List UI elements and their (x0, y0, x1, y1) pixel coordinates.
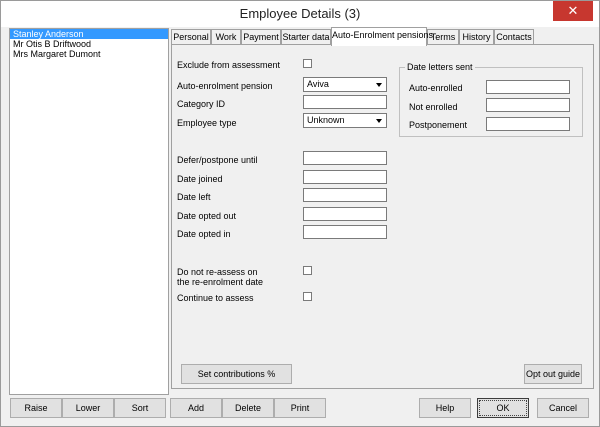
print-button[interactable]: Print (274, 398, 326, 418)
window-title: Employee Details (3) (239, 6, 361, 21)
opt-out-guide-button[interactable]: Opt out guide (524, 364, 582, 384)
date-joined-label: Date joined (177, 174, 223, 184)
auto-enrolment-panel: Exclude from assessment Auto-enrolment p… (171, 44, 594, 389)
continue-assess-label: Continue to assess (177, 293, 254, 303)
letters-group-title: Date letters sent (405, 62, 475, 72)
cancel-button[interactable]: Cancel (537, 398, 589, 418)
ok-button[interactable]: OK (477, 398, 529, 418)
postponement-label: Postponement (409, 120, 468, 130)
tab-contacts[interactable]: Contacts (494, 29, 534, 45)
employee-type-label: Employee type (177, 118, 237, 128)
date-left-label: Date left (177, 192, 211, 202)
list-item[interactable]: Mrs Margaret Dumont (10, 49, 168, 59)
pension-value: Aviva (307, 79, 329, 89)
no-reassess-label-2: the re-enrolment date (177, 277, 264, 287)
raise-button[interactable]: Raise (10, 398, 62, 418)
tab-history[interactable]: History (459, 29, 494, 45)
category-label: Category ID (177, 99, 226, 109)
list-item[interactable]: Stanley Anderson (10, 29, 168, 39)
not-enrolled-label: Not enrolled (409, 102, 458, 112)
sort-button[interactable]: Sort (114, 398, 166, 418)
pension-label: Auto-enrolment pension (177, 81, 273, 91)
tab-work[interactable]: Work (211, 29, 241, 45)
tab-starter-data[interactable]: Starter data (281, 29, 331, 45)
list-item[interactable]: Mr Otis B Driftwood (10, 39, 168, 49)
exclude-checkbox[interactable] (303, 59, 312, 68)
auto-enrolled-field[interactable] (486, 80, 570, 94)
letters-group: Date letters sent Auto-enrolled Not enro… (399, 62, 583, 137)
date-opted-out-label: Date opted out (177, 211, 237, 221)
tab-payment[interactable]: Payment (241, 29, 281, 45)
close-icon[interactable]: ✕ (553, 1, 593, 21)
pension-select[interactable]: Aviva (303, 77, 387, 92)
no-reassess-label-1: Do not re-assess on (177, 267, 258, 277)
postponement-field[interactable] (486, 117, 570, 131)
employee-details-window: Employee Details (3) ✕ Stanley Anderson … (0, 0, 600, 427)
category-id-field[interactable] (303, 95, 387, 109)
defer-label: Defer/postpone until (177, 155, 258, 165)
date-left-field[interactable] (303, 188, 387, 202)
tab-personal[interactable]: Personal (171, 29, 211, 45)
exclude-label: Exclude from assessment (177, 60, 281, 70)
date-opted-in-field[interactable] (303, 225, 387, 239)
help-button[interactable]: Help (419, 398, 471, 418)
lower-button[interactable]: Lower (62, 398, 114, 418)
employee-type-value: Unknown (307, 115, 345, 125)
tab-auto-enrolment-pensions[interactable]: Auto-Enrolment pensions (331, 27, 433, 46)
employee-list[interactable]: Stanley Anderson Mr Otis B Driftwood Mrs… (9, 28, 169, 395)
title-bar: Employee Details (3) ✕ (1, 1, 599, 27)
no-reassess-checkbox[interactable] (303, 266, 312, 275)
set-contributions-button[interactable]: Set contributions % (181, 364, 292, 384)
add-button[interactable]: Add (170, 398, 222, 418)
employee-type-select[interactable]: Unknown (303, 113, 387, 128)
date-opted-in-label: Date opted in (177, 229, 231, 239)
date-opted-out-field[interactable] (303, 207, 387, 221)
defer-date-field[interactable] (303, 151, 387, 165)
not-enrolled-field[interactable] (486, 98, 570, 112)
date-joined-field[interactable] (303, 170, 387, 184)
continue-assess-checkbox[interactable] (303, 292, 312, 301)
chevron-down-icon[interactable] (374, 115, 385, 126)
auto-enrolled-label: Auto-enrolled (409, 83, 463, 93)
delete-button[interactable]: Delete (222, 398, 274, 418)
ok-button-label: OK (496, 403, 510, 413)
chevron-down-icon[interactable] (374, 79, 385, 90)
